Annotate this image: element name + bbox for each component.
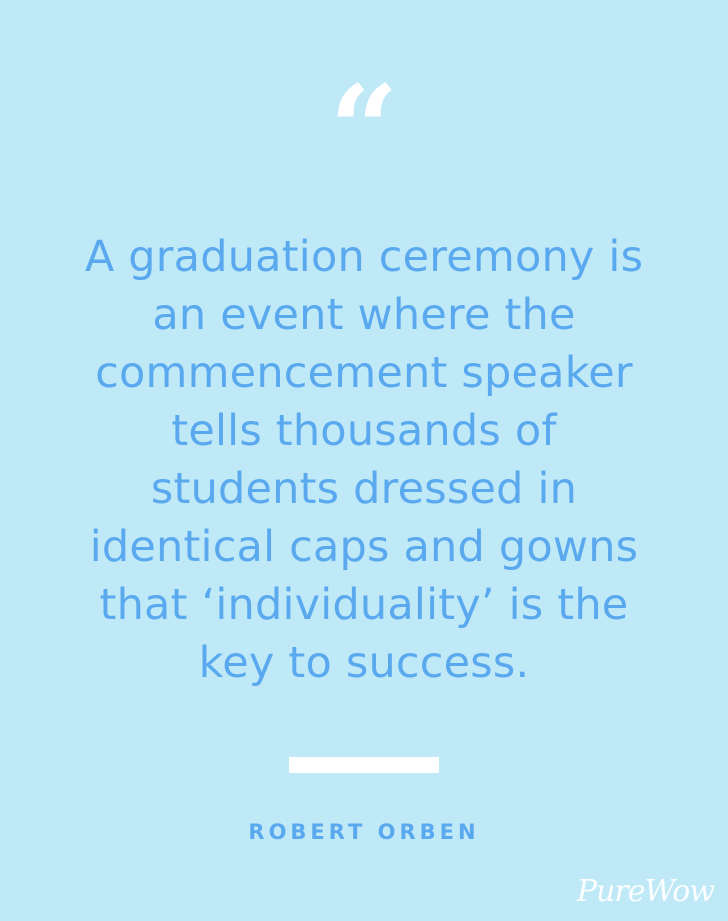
- quote-text: A graduation ceremony is an event where …: [40, 228, 688, 692]
- quote-mark-icon: “: [0, 70, 728, 140]
- quote-line: A graduation ceremony is: [84, 232, 644, 282]
- author-name: ROBERT ORBEN: [248, 820, 480, 844]
- quote-line: students dressed in: [150, 464, 578, 514]
- quote-line: tells thousands of: [171, 406, 557, 456]
- divider: [289, 757, 439, 773]
- quote-line: key to success.: [198, 638, 530, 688]
- brand-logo: PureWow: [576, 874, 715, 909]
- quote-line: that ‘individuality’ is the: [99, 580, 629, 630]
- quote-line: commencement speaker: [95, 348, 633, 398]
- quote-line: an event where the: [152, 290, 576, 340]
- quote-line: identical caps and gowns: [89, 522, 639, 572]
